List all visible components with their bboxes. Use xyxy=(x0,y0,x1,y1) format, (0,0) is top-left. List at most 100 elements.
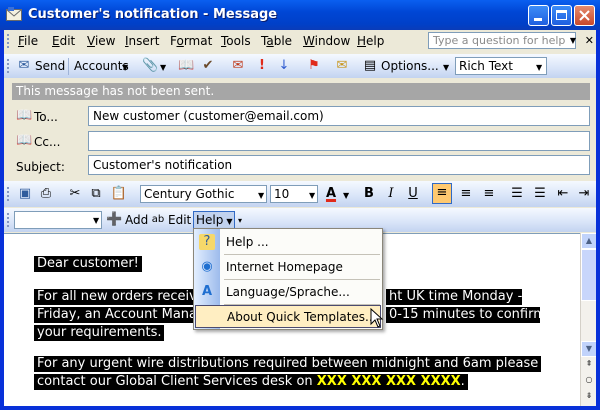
menu-view[interactable]: View xyxy=(87,34,115,48)
numbered-list-icon[interactable]: ☰ xyxy=(508,186,526,202)
select-browse-object-icon[interactable]: ○ xyxy=(581,373,596,389)
cut-icon[interactable]: ✂ xyxy=(66,186,84,202)
info-bar: This message has not been sent. xyxy=(12,83,590,100)
importance-icon[interactable]: ✉ xyxy=(230,58,246,74)
chevron-down-icon[interactable]: ▼ xyxy=(93,216,99,225)
ask-question-input[interactable]: Type a question for help xyxy=(428,32,576,49)
check-names-icon[interactable]: ✔ xyxy=(200,58,216,74)
message-format-select[interactable]: Rich Text xyxy=(455,57,547,75)
add-button[interactable]: Add xyxy=(125,213,148,227)
scroll-thumb[interactable] xyxy=(581,249,596,301)
chevron-down-icon[interactable]: ▼ xyxy=(567,32,579,49)
low-importance-icon[interactable]: ↓ xyxy=(276,58,292,74)
paste-icon[interactable]: 📋 xyxy=(110,186,128,202)
phone-number: XXX XXX XXX XXXX xyxy=(316,374,461,389)
send-button[interactable]: Send xyxy=(35,59,65,73)
decrease-indent-icon[interactable]: ⇤ xyxy=(554,186,572,202)
italic-icon[interactable]: I xyxy=(382,186,400,202)
message-window: Customer's notification - Message File E… xyxy=(0,0,600,410)
globe-icon: ◉ xyxy=(201,259,213,274)
menu-bar: File Edit View Insert Format Tools Table… xyxy=(4,30,596,52)
previous-object-icon[interactable]: ⇞ xyxy=(581,357,596,373)
options-button[interactable]: Options... xyxy=(381,59,439,73)
increase-indent-icon[interactable]: ⇥ xyxy=(575,186,593,202)
chevron-down-icon[interactable]: ▼ xyxy=(258,191,264,200)
bullet-list-icon[interactable]: ☰ xyxy=(531,186,549,202)
toolbar-options-icon[interactable]: ▾ xyxy=(238,216,242,225)
menu-item-internet-homepage[interactable]: ◉ Internet Homepage xyxy=(194,255,382,279)
menu-edit[interactable]: Edit xyxy=(52,34,75,48)
accounts-button[interactable]: Accounts xyxy=(74,59,129,73)
close-button[interactable] xyxy=(574,5,595,26)
body-line: ht UK time Monday - xyxy=(386,289,522,305)
menu-format[interactable]: Format xyxy=(170,34,212,48)
align-right-icon[interactable]: ≡ xyxy=(480,186,498,202)
chevron-down-icon[interactable]: ▼ xyxy=(122,63,128,72)
menu-close-icon[interactable]: ✕ xyxy=(585,34,594,47)
next-object-icon[interactable]: ⇟ xyxy=(581,389,596,405)
scroll-up-icon[interactable]: ▲ xyxy=(581,233,596,249)
toolbar-grip[interactable] xyxy=(7,213,12,227)
menu-grip[interactable] xyxy=(7,34,12,48)
menu-file[interactable]: File xyxy=(18,34,38,48)
save-icon[interactable]: ▣ xyxy=(16,186,34,202)
copy-icon[interactable]: ⧉ xyxy=(87,186,105,202)
to-field[interactable]: New customer (customer@email.com) xyxy=(88,106,590,126)
vertical-scrollbar[interactable]: ▲ ▼ ⇞ ○ ⇟ xyxy=(580,233,596,406)
subject-field[interactable]: Customer's notification xyxy=(88,155,590,175)
menu-help[interactable]: Help xyxy=(357,34,384,48)
subject-label: Subject: xyxy=(16,160,65,174)
font-color-icon[interactable]: A xyxy=(322,186,340,202)
message-format-value: Rich Text xyxy=(459,59,513,73)
chevron-down-icon[interactable]: ▼ xyxy=(536,63,542,72)
underline-icon[interactable]: U xyxy=(404,186,422,202)
language-icon: A xyxy=(201,284,213,299)
maximize-button[interactable] xyxy=(551,5,572,26)
minimize-button[interactable] xyxy=(528,5,549,26)
to-button[interactable]: To... xyxy=(34,110,58,124)
paperclip-icon[interactable]: 📎 xyxy=(142,58,158,74)
title-bar[interactable]: Customer's notification - Message xyxy=(0,0,600,30)
body-line: contact our Global Client Services desk … xyxy=(34,374,468,390)
high-importance-icon[interactable]: ! xyxy=(254,58,270,74)
menu-item-help[interactable]: ? Help ... xyxy=(194,230,382,254)
chevron-down-icon[interactable]: ▼ xyxy=(343,191,349,200)
print-icon[interactable]: ⎙ xyxy=(37,186,55,202)
body-line: your requirements. xyxy=(34,325,165,341)
font-name-select[interactable]: Century Gothic xyxy=(140,185,267,203)
envelope-open-icon[interactable]: ✉ xyxy=(334,58,350,74)
align-left-icon[interactable]: ≡ xyxy=(432,183,452,204)
address-book-icon[interactable]: 📖 xyxy=(178,58,194,74)
menu-insert[interactable]: Insert xyxy=(125,34,159,48)
menu-item-about-quick-templates[interactable]: About Quick Templates... xyxy=(195,305,381,328)
toolbar-separator xyxy=(68,58,69,75)
add-icon: ➕ xyxy=(106,212,123,227)
menu-tools[interactable]: Tools xyxy=(221,34,251,48)
cc-field[interactable] xyxy=(88,131,590,151)
scroll-down-icon[interactable]: ▼ xyxy=(581,341,596,357)
body-line: Dear customer! xyxy=(34,256,142,272)
template-select[interactable] xyxy=(14,211,102,229)
toolbar-grip[interactable] xyxy=(7,187,12,201)
chevron-down-icon[interactable]: ▼ xyxy=(443,63,449,72)
menu-table[interactable]: Table xyxy=(261,34,292,48)
cc-button[interactable]: Cc... xyxy=(34,135,60,149)
address-book-icon[interactable]: 📖 xyxy=(16,133,32,149)
body-line: For any urgent wire distributions requir… xyxy=(34,356,542,372)
edit-button[interactable]: Edit xyxy=(168,213,191,227)
font-name-value: Century Gothic xyxy=(144,187,235,201)
font-size-value: 10 xyxy=(274,187,290,201)
menu-item-language[interactable]: A Language/Sprache... xyxy=(194,280,382,304)
toolbar-grip[interactable] xyxy=(7,59,12,73)
window-client: File Edit View Insert Format Tools Table… xyxy=(4,30,596,406)
maximize-icon xyxy=(556,10,567,20)
chevron-down-icon[interactable]: ▼ xyxy=(160,63,166,72)
align-center-icon[interactable]: ≡ xyxy=(457,186,475,202)
close-icon xyxy=(579,10,590,21)
body-line: Friday, an Account Manag xyxy=(34,307,205,323)
address-book-icon[interactable]: 📖 xyxy=(16,108,32,124)
menu-window[interactable]: Window xyxy=(303,34,350,48)
flag-icon[interactable]: ⚑ xyxy=(306,58,322,74)
chevron-down-icon[interactable]: ▼ xyxy=(309,191,315,200)
bold-icon[interactable]: B xyxy=(360,186,378,202)
